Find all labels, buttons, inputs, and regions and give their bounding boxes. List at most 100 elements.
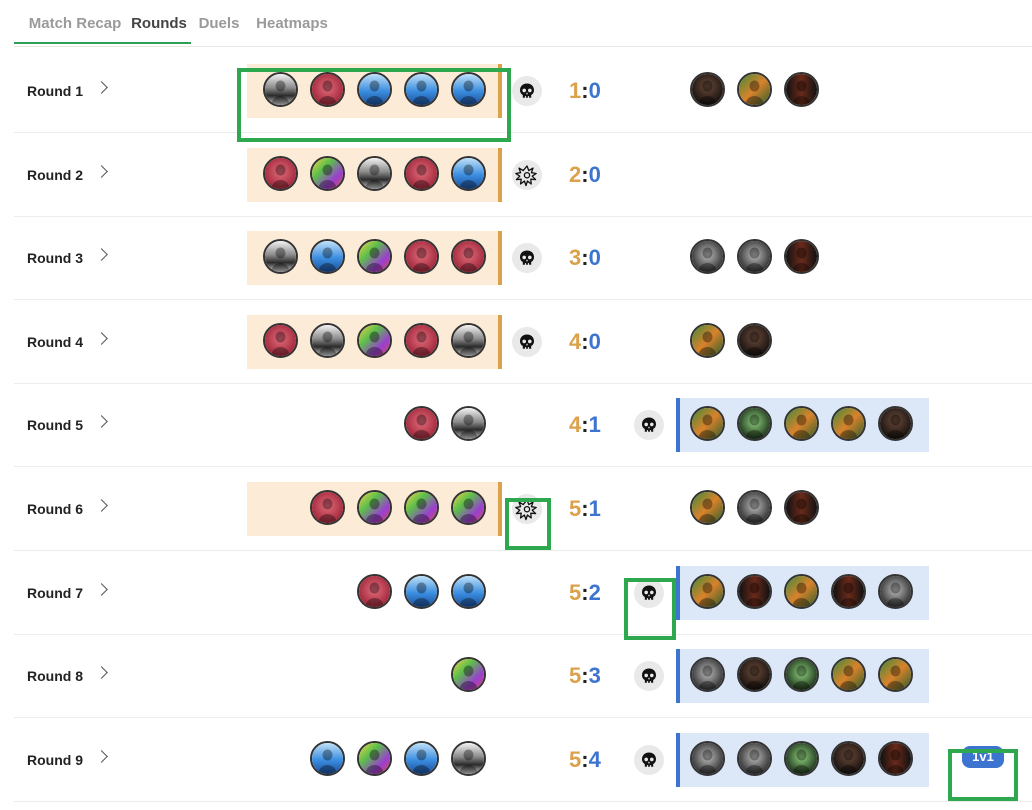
team-a-player-avatar[interactable] [404,72,439,107]
team-a-player-avatar[interactable] [263,155,298,191]
team-b-player-avatar[interactable] [737,573,772,609]
round-score: 5:1 [569,468,601,550]
team-b-player-avatar[interactable] [690,72,725,107]
round-label[interactable]: Round 5 [27,384,83,466]
round-label[interactable]: Round 4 [27,301,83,383]
round-row[interactable]: Round 9 5:4 1v1 [14,719,1032,802]
team-a-score: 1 [569,78,582,103]
team-a-player-avatar[interactable] [404,155,439,191]
team-b-player-avatar[interactable] [690,322,725,358]
team-b-player-avatar[interactable] [784,740,819,776]
round-row[interactable]: Round 7 5:2 [14,552,1032,635]
chevron-right-icon[interactable] [95,582,108,596]
team-a-player-avatar[interactable] [357,740,392,776]
team-b-player-avatar[interactable] [737,657,772,693]
score-separator: : [581,328,589,354]
team-b-player-avatar[interactable] [784,239,819,275]
team-b-player-avatar[interactable] [737,72,772,107]
tab-match-recap[interactable]: Match Recap [22,0,128,44]
tab-heatmaps[interactable]: Heatmaps [252,0,332,44]
round-label[interactable]: Round 6 [27,468,83,550]
team-b-score: 3 [588,663,601,689]
round-row[interactable]: Round 8 5:3 [14,635,1032,719]
team-a-player-avatar[interactable] [310,155,345,191]
chevron-right-icon[interactable] [95,248,108,262]
team-a-player-avatar[interactable] [451,740,486,776]
chevron-right-icon[interactable] [95,164,108,178]
round-row[interactable]: Round 1 1:0 [14,50,1032,133]
team-b-player-avatar[interactable] [737,740,772,776]
tab-rounds[interactable]: Rounds [128,0,190,44]
team-a-player-avatar[interactable] [451,72,486,107]
team-a-player-avatar[interactable] [310,490,345,525]
team-a-player-avatar[interactable] [451,406,486,442]
team-a-player-avatar[interactable] [263,322,298,358]
team-a-player-avatar[interactable] [404,322,439,358]
team-b-player-avatar[interactable] [784,72,819,107]
chevron-right-icon[interactable] [95,499,108,512]
team-b-player-avatar[interactable] [831,573,866,609]
team-a-player-avatar[interactable] [310,322,345,358]
chevron-right-icon[interactable] [95,331,108,345]
team-a-player-avatar[interactable] [310,72,345,107]
round-row[interactable]: Round 5 4:1 [14,384,1032,468]
team-a-player-avatar[interactable] [451,155,486,191]
team-b-player-avatar[interactable] [690,239,725,275]
round-label[interactable]: Round 9 [27,719,83,801]
tab-duels[interactable]: Duels [196,0,242,44]
team-a-player-avatar[interactable] [404,740,439,776]
team-a-player-avatar[interactable] [263,239,298,275]
team-a-player-avatar[interactable] [451,322,486,358]
team-b-player-avatar[interactable] [784,490,819,525]
round-label[interactable]: Round 7 [27,552,83,634]
team-b-player-avatar[interactable] [690,740,725,776]
team-b-score: 0 [588,161,601,187]
team-b-player-avatar[interactable] [737,322,772,358]
round-row[interactable]: Round 3 3:0 [14,217,1032,301]
round-label[interactable]: Round 3 [27,217,83,299]
round-row[interactable]: Round 2 2:0 [14,134,1032,217]
team-b-player-avatar[interactable] [690,657,725,693]
chevron-right-icon[interactable] [95,749,108,763]
round-label[interactable]: Round 8 [27,635,83,717]
team-b-player-avatar[interactable] [878,573,913,609]
team-a-player-avatar[interactable] [310,239,345,275]
explosion-icon [512,159,542,190]
chevron-right-icon[interactable] [95,666,108,680]
chevron-right-icon[interactable] [95,415,108,429]
team-b-player-avatar[interactable] [831,657,866,693]
team-b-score: 1 [588,496,601,521]
team-a-player-avatar[interactable] [451,573,486,609]
round-label[interactable]: Round 1 [27,50,83,132]
team-a-player-avatar[interactable] [357,573,392,609]
team-b-player-avatar[interactable] [784,657,819,693]
team-b-player-avatar[interactable] [690,490,725,525]
team-a-player-avatar[interactable] [357,155,392,191]
round-row[interactable]: Round 4 4:0 [14,301,1032,384]
team-a-player-avatar[interactable] [451,239,486,275]
team-b-player-avatar[interactable] [878,740,913,776]
team-a-player-avatar[interactable] [451,490,486,525]
team-a-player-avatar[interactable] [404,239,439,275]
team-a-player-avatar[interactable] [263,72,298,107]
team-b-player-avatar[interactable] [690,573,725,609]
team-a-player-avatar[interactable] [404,490,439,525]
round-label[interactable]: Round 2 [27,134,83,216]
team-a-player-avatar[interactable] [404,406,439,442]
team-b-player-avatar[interactable] [737,490,772,525]
score-separator: : [581,161,589,187]
team-a-player-avatar[interactable] [357,490,392,525]
chevron-right-icon[interactable] [95,81,108,94]
team-b-player-avatar[interactable] [737,239,772,275]
round-row[interactable]: Round 6 5:1 [14,468,1032,551]
team-b-player-avatar[interactable] [784,573,819,609]
team-b-player-avatar[interactable] [831,740,866,776]
round-score: 2:0 [569,134,601,216]
team-a-player-avatar[interactable] [404,573,439,609]
team-a-player-avatar[interactable] [357,239,392,275]
team-a-player-avatar[interactable] [310,740,345,776]
team-b-player-avatar[interactable] [878,657,913,693]
team-a-player-avatar[interactable] [357,72,392,107]
team-a-player-avatar[interactable] [357,322,392,358]
team-a-player-avatar[interactable] [451,657,486,693]
